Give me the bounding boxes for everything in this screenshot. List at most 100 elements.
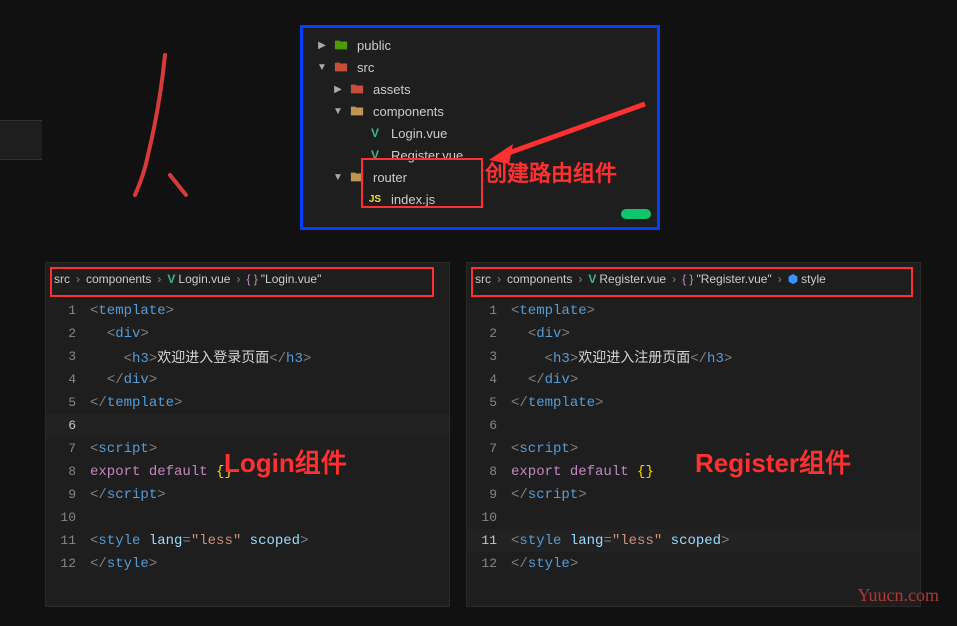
- line-number: 5: [46, 395, 90, 410]
- code-content[interactable]: <script>: [511, 441, 578, 457]
- watermark: Yuucn.com: [858, 585, 939, 606]
- code-line[interactable]: 10: [46, 506, 449, 529]
- line-number: 7: [467, 441, 511, 456]
- style-icon: ⬢: [788, 272, 798, 286]
- code-line[interactable]: 11<style lang="less" scoped>: [467, 529, 920, 552]
- code-content[interactable]: </template>: [90, 395, 182, 411]
- tree-item-label: src: [357, 60, 374, 75]
- code-line[interactable]: 1<template>: [46, 299, 449, 322]
- vue-icon: V: [367, 147, 383, 163]
- breadcrumb[interactable]: src› components› V Login.vue› { } "Login…: [46, 263, 449, 295]
- code-line[interactable]: 3 <h3>欢迎进入登录页面</h3>: [46, 345, 449, 368]
- line-number: 10: [46, 510, 90, 525]
- handwritten-scribble: [120, 45, 210, 215]
- line-number: 12: [467, 556, 511, 571]
- code-content[interactable]: <template>: [90, 303, 174, 319]
- breadcrumb[interactable]: src› components› V Register.vue› { } "Re…: [467, 263, 920, 295]
- crumb-components[interactable]: components: [86, 272, 151, 286]
- line-number: 1: [46, 303, 90, 318]
- code-line[interactable]: 4 </div>: [467, 368, 920, 391]
- code-line[interactable]: 2 <div>: [467, 322, 920, 345]
- tree-item-index-js[interactable]: JSindex.js: [303, 188, 657, 210]
- line-number: 12: [46, 556, 90, 571]
- code-line[interactable]: 7<script>: [467, 437, 920, 460]
- code-line[interactable]: 8export default {}: [467, 460, 920, 483]
- code-line[interactable]: 6: [46, 414, 449, 437]
- tree-item-login-vue[interactable]: V Login.vue: [303, 122, 657, 144]
- crumb-symbol[interactable]: "Register.vue": [696, 272, 771, 286]
- code-line[interactable]: 3 <h3>欢迎进入注册页面</h3>: [467, 345, 920, 368]
- code-content[interactable]: </style>: [90, 556, 157, 572]
- code-content[interactable]: <div>: [511, 326, 570, 342]
- crumb-symbol[interactable]: "Login.vue": [261, 272, 322, 286]
- crumb-src[interactable]: src: [475, 272, 491, 286]
- line-number: 8: [467, 464, 511, 479]
- code-content[interactable]: <h3>欢迎进入注册页面</h3>: [511, 347, 732, 367]
- code-body[interactable]: 1<template>2 <div>3 <h3>欢迎进入登录页面</h3>4 <…: [46, 295, 449, 575]
- chevron-down-icon: ▼: [315, 62, 329, 73]
- line-number: 2: [46, 326, 90, 341]
- chevron-right-icon: ▶: [331, 84, 345, 95]
- code-content[interactable]: </div>: [90, 372, 157, 388]
- code-content[interactable]: </script>: [511, 487, 587, 503]
- code-line[interactable]: 10: [467, 506, 920, 529]
- line-number: 6: [467, 418, 511, 433]
- code-content[interactable]: <template>: [511, 303, 595, 319]
- code-content[interactable]: export default {}: [511, 464, 654, 480]
- crumb-file[interactable]: Login.vue: [178, 272, 230, 286]
- code-body[interactable]: 1<template>2 <div>3 <h3>欢迎进入注册页面</h3>4 <…: [467, 295, 920, 575]
- vue-icon: V: [367, 125, 383, 141]
- code-line[interactable]: 2 <div>: [46, 322, 449, 345]
- line-number: 8: [46, 464, 90, 479]
- code-line[interactable]: 6: [467, 414, 920, 437]
- tree-item-label: Login.vue: [391, 126, 447, 141]
- brace-icon: { }: [682, 272, 693, 286]
- crumb-file[interactable]: Register.vue: [599, 272, 666, 286]
- folder-icon: [333, 59, 349, 75]
- line-number: 9: [467, 487, 511, 502]
- code-content[interactable]: </template>: [511, 395, 603, 411]
- crumb-style[interactable]: style: [801, 272, 826, 286]
- code-line[interactable]: 1<template>: [467, 299, 920, 322]
- code-content[interactable]: <style lang="less" scoped>: [511, 533, 730, 549]
- tree-item-label: index.js: [391, 192, 435, 207]
- tree-item-label: router: [373, 170, 407, 185]
- code-line[interactable]: 4 </div>: [46, 368, 449, 391]
- tree-item-label: Register.vue: [391, 148, 463, 163]
- panel-edge: [0, 120, 42, 160]
- code-line[interactable]: 5</template>: [46, 391, 449, 414]
- chevron-down-icon: ▼: [331, 172, 345, 183]
- tree-item-src[interactable]: ▼ src: [303, 56, 657, 78]
- code-line[interactable]: 11<style lang="less" scoped>: [46, 529, 449, 552]
- code-content[interactable]: </div>: [511, 372, 578, 388]
- line-number: 11: [46, 533, 90, 548]
- code-content[interactable]: </style>: [511, 556, 578, 572]
- folder-icon: [349, 81, 365, 97]
- line-number: 10: [467, 510, 511, 525]
- file-explorer[interactable]: ▶public▼src▶assets▼componentsVLogin.vueV…: [300, 25, 660, 230]
- editor-register[interactable]: src› components› V Register.vue› { } "Re…: [466, 262, 921, 607]
- line-number: 9: [46, 487, 90, 502]
- code-content[interactable]: <style lang="less" scoped>: [90, 533, 309, 549]
- code-line[interactable]: 9</script>: [46, 483, 449, 506]
- code-content[interactable]: </script>: [90, 487, 166, 503]
- code-content[interactable]: <script>: [90, 441, 157, 457]
- code-content[interactable]: export default {}: [90, 464, 233, 480]
- code-content[interactable]: <div>: [90, 326, 149, 342]
- code-line[interactable]: 12</style>: [46, 552, 449, 575]
- code-line[interactable]: 9</script>: [467, 483, 920, 506]
- tree-item-label: public: [357, 38, 391, 53]
- decoration: [621, 209, 651, 219]
- tree-item-public[interactable]: ▶public: [303, 34, 657, 56]
- crumb-src[interactable]: src: [54, 272, 70, 286]
- code-content[interactable]: <h3>欢迎进入登录页面</h3>: [90, 347, 311, 367]
- tree-item-assets[interactable]: ▶assets: [303, 78, 657, 100]
- editor-login[interactable]: src› components› V Login.vue› { } "Login…: [45, 262, 450, 607]
- crumb-components[interactable]: components: [507, 272, 572, 286]
- tree-item-components[interactable]: ▼components: [303, 100, 657, 122]
- folder-icon: [349, 169, 365, 185]
- folder-icon: [349, 103, 365, 119]
- code-line[interactable]: 12</style>: [467, 552, 920, 575]
- code-line[interactable]: 5</template>: [467, 391, 920, 414]
- line-number: 2: [467, 326, 511, 341]
